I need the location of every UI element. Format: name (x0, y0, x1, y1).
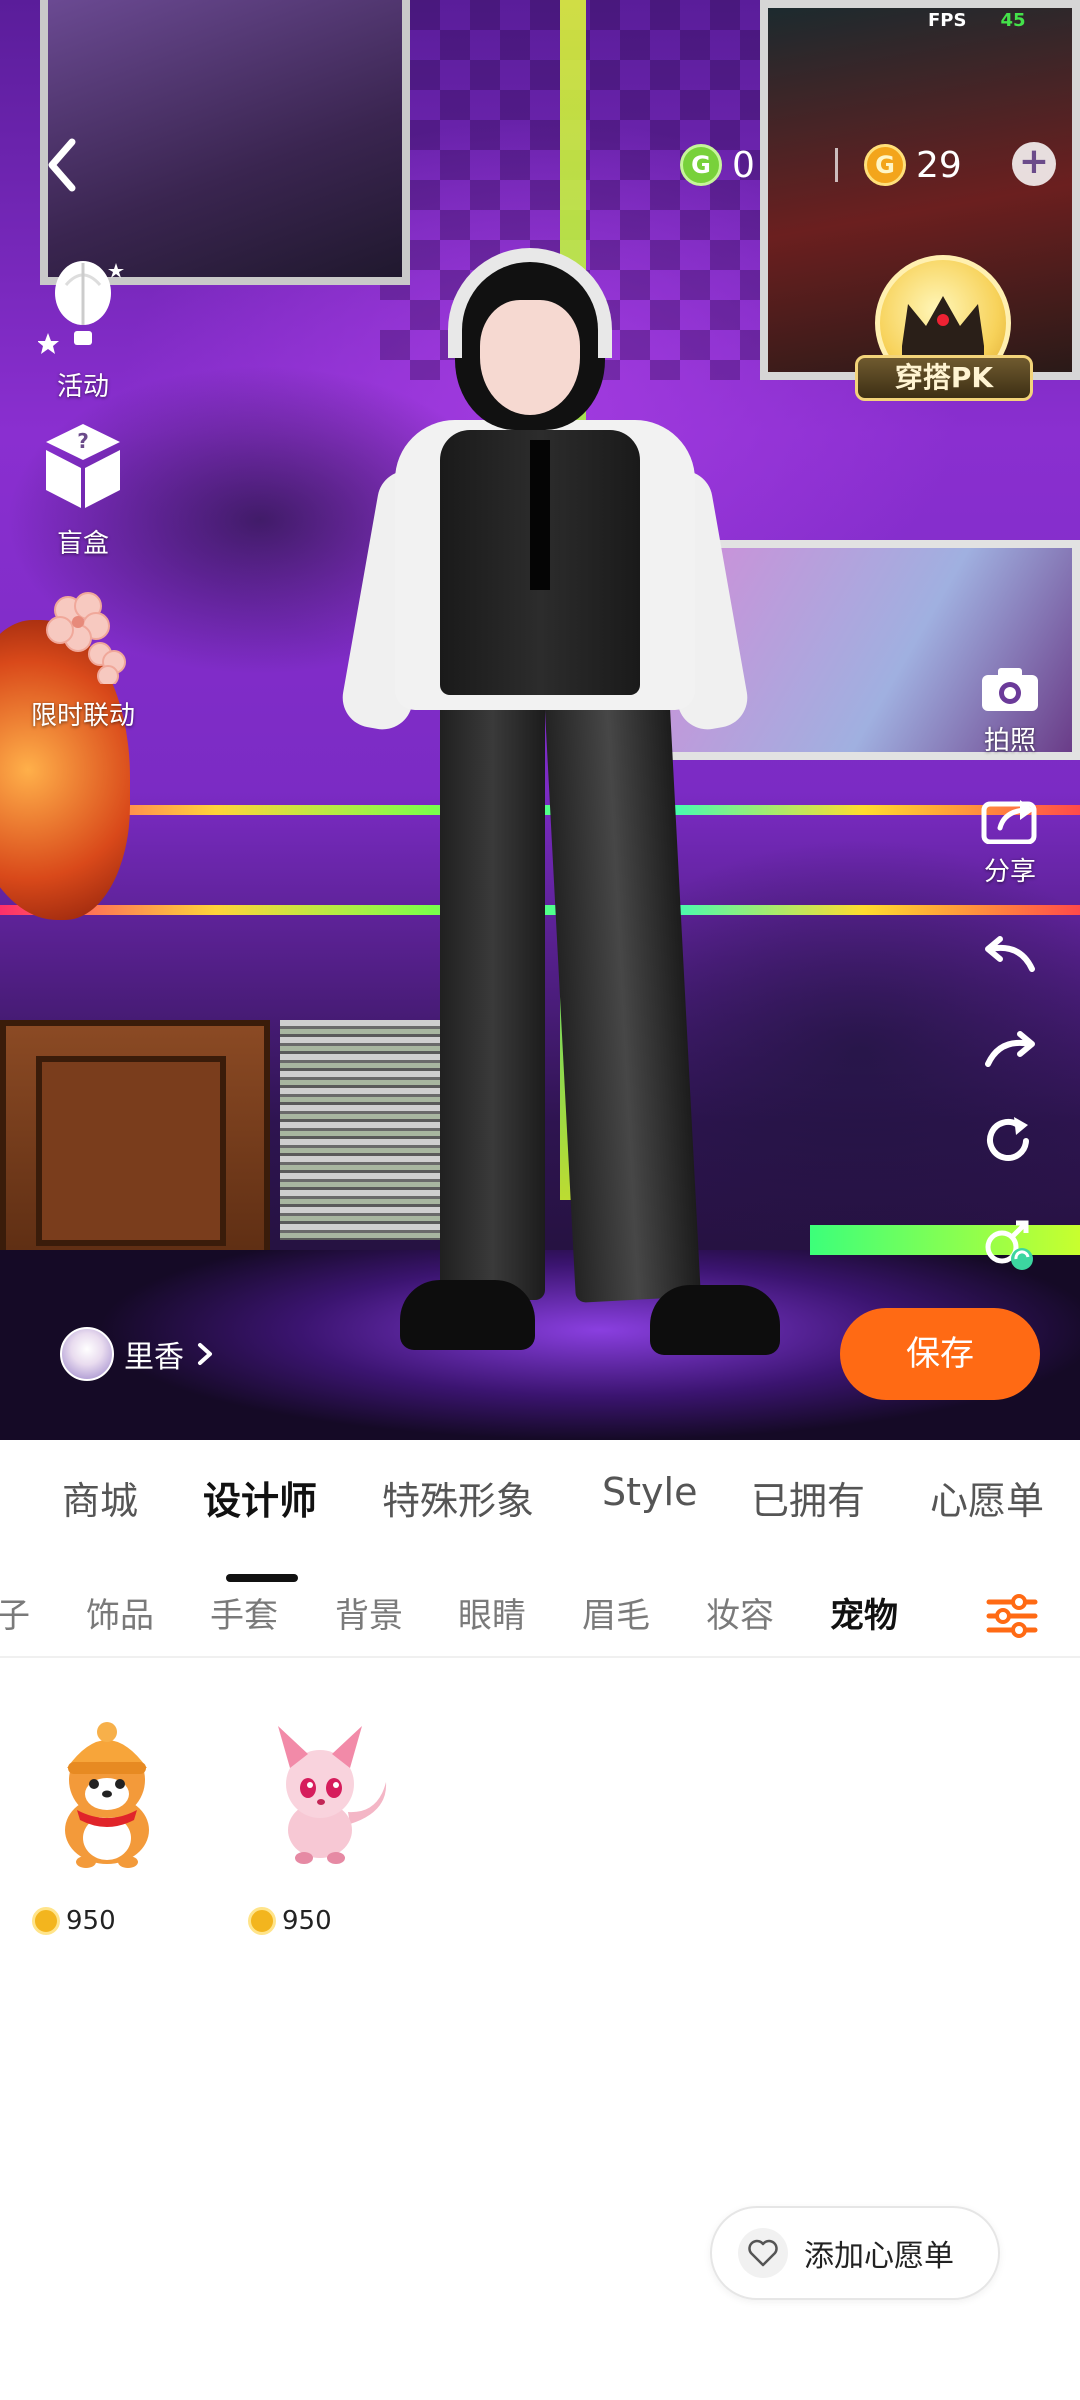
gold-currency-amount: 29 (916, 144, 962, 186)
fps-counter: FPS 45 (928, 10, 1026, 31)
add-to-wishlist-label: 添加心愿单 (804, 2239, 954, 2274)
recharge-plus-button[interactable]: + (1012, 142, 1056, 186)
refresh-icon (987, 1117, 1029, 1161)
heart-icon (738, 2228, 788, 2278)
pet-item-pink-fox[interactable]: 950 (238, 1702, 408, 1936)
flower-icon (46, 592, 126, 687)
gold-coin-icon (248, 1907, 276, 1935)
undo-icon (985, 936, 1035, 972)
category-tab-eyes[interactable]: 眼睛 (458, 1588, 526, 1637)
category-tab-eyebrows[interactable]: 眉毛 (582, 1588, 650, 1637)
tab-style[interactable]: Style (602, 1470, 697, 1514)
limited-collab-label: 限时联动 (30, 701, 135, 731)
tab-designer[interactable]: 设计师 (203, 1470, 317, 1525)
designer-profile-link[interactable]: 里香 (60, 1326, 220, 1382)
share-label: 分享 (983, 857, 1036, 887)
main-tab-bar: 商城 设计师 特殊形象 Style 已拥有 心愿单 (0, 1470, 1080, 1582)
save-button[interactable]: 保存 (840, 1308, 1040, 1400)
item-price-value: 950 (282, 1906, 332, 1936)
category-tab-makeup[interactable]: 妆容 (706, 1588, 774, 1637)
gender-switch-icon (985, 1220, 1033, 1270)
green-coin-icon: G (680, 144, 722, 186)
green-currency: G 0 (680, 140, 755, 190)
gold-currency: G 29 (864, 140, 962, 190)
blind-box-button[interactable]: ? 盲盒 (18, 420, 148, 560)
category-tab-accessories[interactable]: 饰品 (86, 1588, 154, 1637)
add-to-wishlist-button[interactable]: 添加心愿单 (710, 2206, 1000, 2300)
shop-panel: 商城 设计师 特殊形象 Style 已拥有 心愿单 子 饰品 手套 背景 眼睛 … (0, 1440, 1080, 2400)
share-button[interactable]: 分享 (970, 792, 1050, 888)
outfit-pk-button[interactable]: 穿搭PK (855, 255, 1035, 415)
redo-icon (985, 1031, 1035, 1067)
undo-button[interactable] (970, 925, 1050, 982)
category-tab-background[interactable]: 背景 (335, 1588, 403, 1637)
category-tab-partial[interactable]: 子 (0, 1588, 30, 1637)
category-tab-pets[interactable]: 宠物 (830, 1588, 898, 1637)
item-price: 950 (22, 1906, 192, 1936)
redo-button[interactable] (970, 1020, 1050, 1077)
reset-button[interactable] (970, 1113, 1050, 1176)
filter-sliders-icon (986, 1594, 1038, 1638)
photo-label: 拍照 (983, 726, 1036, 756)
blind-box-label: 盲盒 (56, 529, 109, 559)
filter-button[interactable] (985, 1590, 1039, 1640)
back-button[interactable] (38, 130, 88, 200)
shiba-pet-image (65, 1722, 149, 1868)
chevron-left-icon (48, 138, 76, 192)
tab-wishlist[interactable]: 心愿单 (930, 1470, 1044, 1525)
avatar-character[interactable] (0, 0, 1080, 1440)
activity-button[interactable]: 活动 (18, 255, 148, 403)
activity-label: 活动 (56, 372, 109, 402)
category-tab-bar: 子 饰品 手套 背景 眼睛 眉毛 妆容 宠物 (0, 1578, 1080, 1658)
tab-mall[interactable]: 商城 (62, 1470, 138, 1525)
share-icon (981, 800, 1037, 845)
tab-special-avatar[interactable]: 特殊形象 (382, 1470, 534, 1525)
category-tab-gloves[interactable]: 手套 (210, 1588, 278, 1637)
avatar-scene[interactable] (0, 0, 1080, 1440)
outfit-pk-label: 穿搭PK (855, 355, 1033, 401)
hot-air-balloon-icon (37, 261, 124, 354)
photo-button[interactable]: 拍照 (970, 665, 1050, 757)
gold-coin-icon (32, 1907, 60, 1935)
switch-gender-button[interactable] (970, 1215, 1050, 1282)
pet-item-shiba[interactable]: 950 (22, 1702, 192, 1936)
green-currency-amount: 0 (732, 144, 755, 186)
avatar (60, 1327, 114, 1381)
fps-value: 45 (1000, 10, 1026, 31)
camera-icon (982, 668, 1038, 711)
fps-label: FPS (928, 10, 967, 31)
limited-collab-button[interactable]: 限时联动 (18, 590, 148, 732)
svg-text:?: ? (77, 429, 89, 453)
item-price-value: 950 (66, 1906, 116, 1936)
tab-owned[interactable]: 已拥有 (751, 1470, 865, 1525)
currency-divider (835, 148, 838, 182)
designer-name: 里香 (124, 1340, 184, 1375)
item-price: 950 (238, 1906, 408, 1936)
chevron-right-icon (198, 1343, 212, 1365)
pink-fox-pet-image (278, 1726, 387, 1864)
gold-coin-icon: G (864, 144, 906, 186)
gift-box-icon: ? (46, 424, 120, 508)
